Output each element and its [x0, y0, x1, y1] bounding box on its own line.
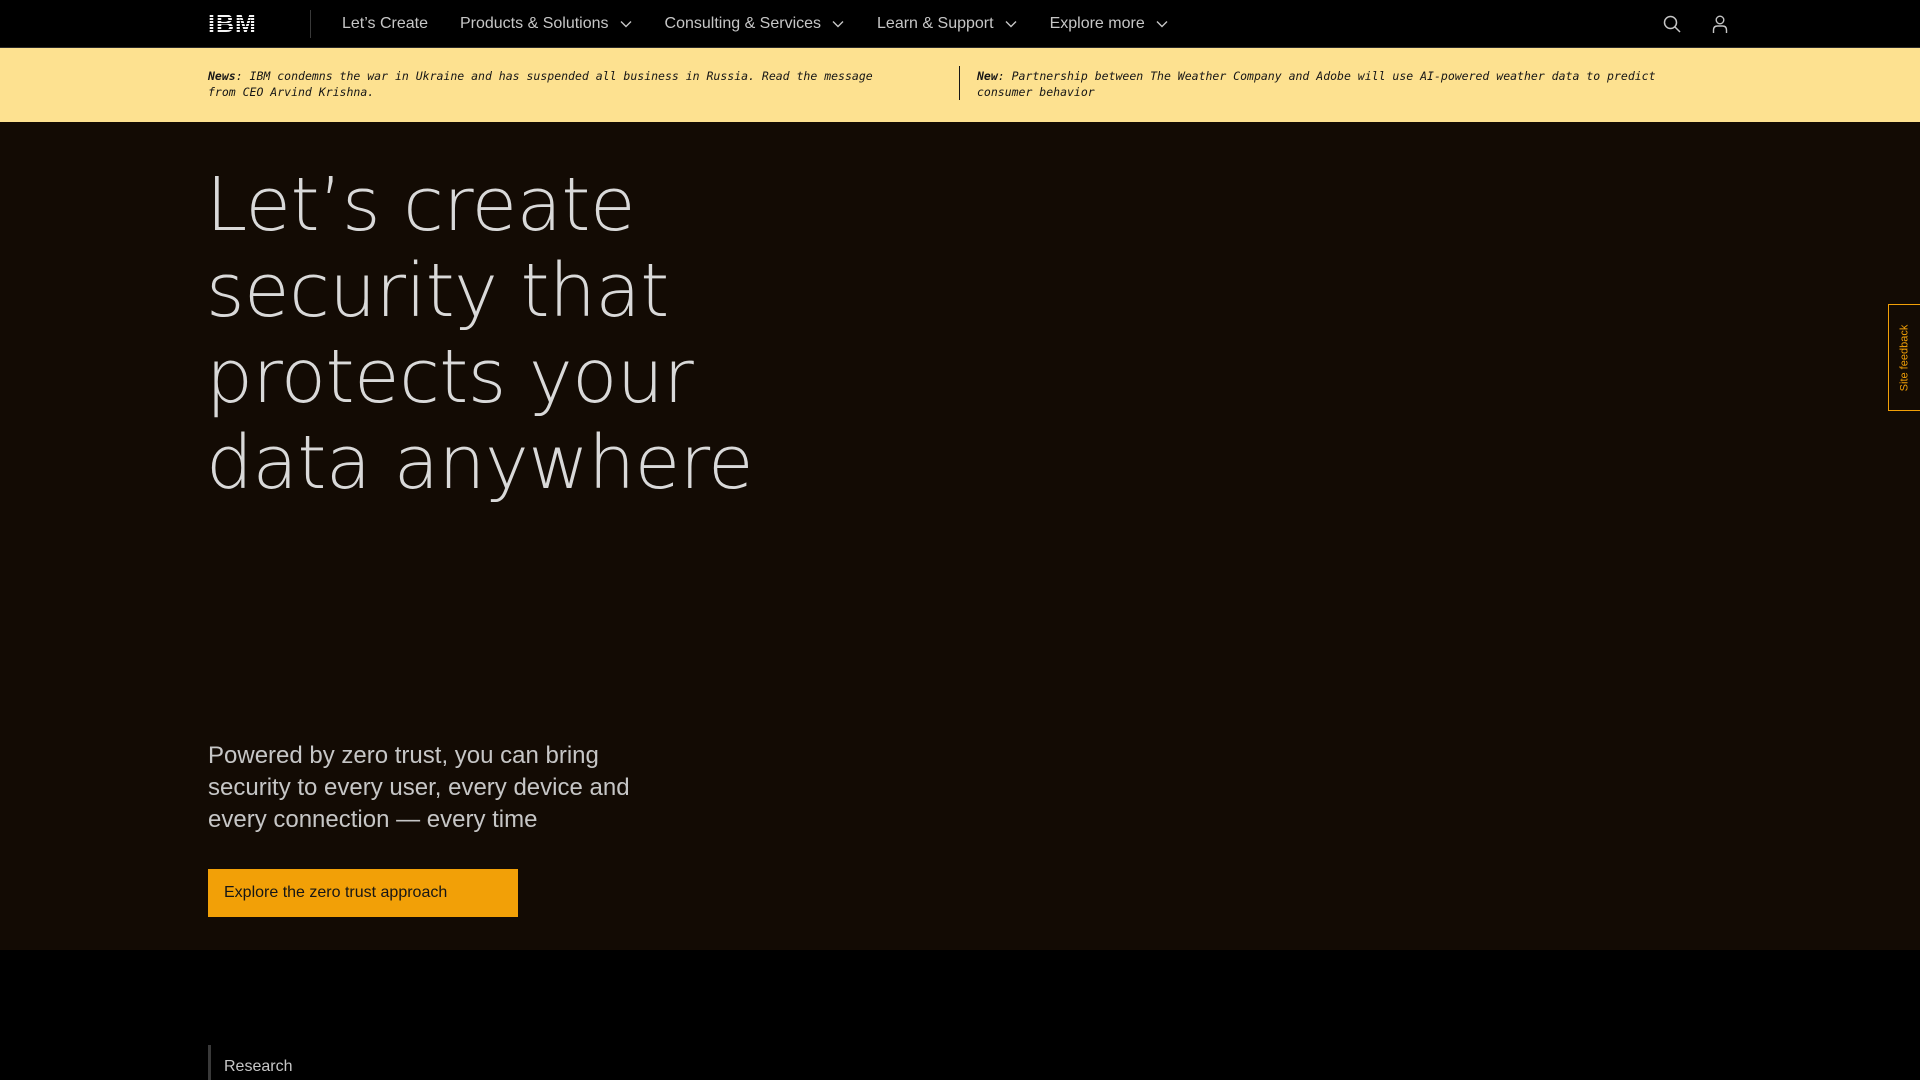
site-feedback-tab[interactable]: Site feedback — [1888, 304, 1920, 411]
news-item-ukraine[interactable]: News: IBM condemns the war in Ukraine an… — [208, 68, 898, 100]
nav-actions — [1648, 0, 1744, 48]
search-icon[interactable] — [1648, 0, 1696, 48]
news-prefix: New — [977, 69, 998, 83]
nav-item-consulting-services[interactable]: Consulting & Services — [649, 0, 862, 48]
news-text: : IBM condemns the war in Ukraine and ha… — [208, 69, 873, 99]
nav-item-label: Let’s Create — [342, 15, 428, 32]
user-icon[interactable] — [1696, 0, 1744, 48]
nav-menu: Let’s Create Products & Solutions Consul… — [326, 0, 1185, 48]
nav-item-label: Learn & Support — [877, 15, 994, 32]
page: IBM Let’s Create Products & Solutions Co… — [0, 0, 1920, 1080]
nav-item-learn-support[interactable]: Learn & Support — [861, 0, 1034, 48]
hero-title: Let’s create security that protects your… — [206, 162, 754, 506]
logo-text: IBM — [208, 10, 257, 38]
top-nav: IBM Let’s Create Products & Solutions Co… — [0, 0, 1920, 48]
nav-item-label: Products & Solutions — [459, 15, 609, 32]
hero: Let’s create security that protects your… — [0, 122, 1920, 950]
research-label: Research — [224, 1058, 293, 1075]
chevron-down-icon — [1155, 17, 1169, 31]
chevron-down-icon — [619, 17, 633, 31]
section-accent-bar — [208, 1045, 211, 1080]
nav-item-explore-more[interactable]: Explore more — [1034, 0, 1185, 48]
banner-divider — [959, 66, 960, 100]
ibm-logo[interactable]: IBM — [208, 10, 270, 38]
nav-item-label: Consulting & Services — [664, 15, 822, 32]
news-text: : Partnership between The Weather Compan… — [977, 69, 1656, 99]
chevron-down-icon — [1004, 17, 1018, 31]
explore-zero-trust-button[interactable]: Explore the zero trust approach — [208, 869, 518, 917]
news-item-weather-adobe[interactable]: New: Partnership between The Weather Com… — [977, 68, 1697, 100]
nav-item-lets-create[interactable]: Let’s Create — [326, 0, 444, 48]
research-section: Research — [0, 950, 1920, 1080]
nav-divider — [310, 10, 311, 38]
chevron-down-icon — [831, 17, 845, 31]
site-feedback-label: Site feedback — [1898, 324, 1911, 391]
hero-subtitle: Powered by zero trust, you can bring sec… — [208, 742, 630, 833]
nav-item-products-solutions[interactable]: Products & Solutions — [444, 0, 649, 48]
nav-item-label: Explore more — [1049, 15, 1145, 32]
news-banner: News: IBM condemns the war in Ukraine an… — [0, 48, 1920, 122]
news-prefix: News — [208, 69, 236, 83]
